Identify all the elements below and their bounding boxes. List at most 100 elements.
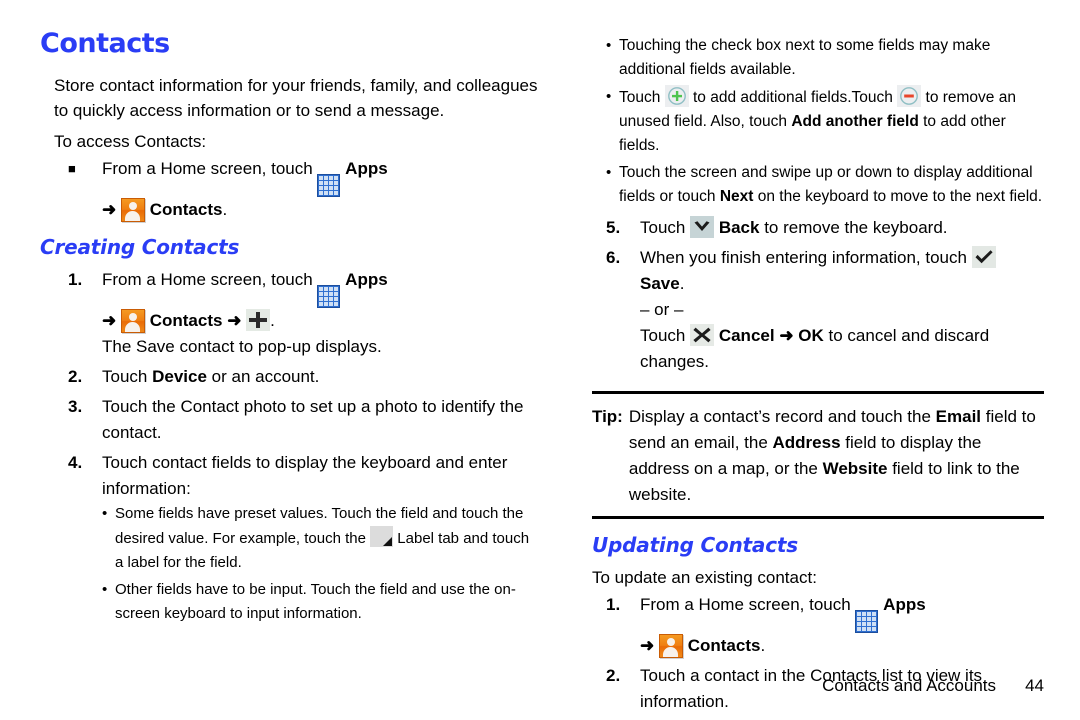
step-body: From a Home screen, touch Apps ➜ Contact…	[640, 592, 1044, 659]
continued-steps: 5. Touch Back to remove the keyboard. 6.…	[592, 215, 1044, 375]
step-text: Touch contact fields to display the keyb…	[102, 453, 508, 498]
access-step: ■ From a Home screen, touch Apps ➜ Conta…	[40, 156, 540, 223]
back-bold: Back	[718, 218, 760, 237]
access-step-body: From a Home screen, touch Apps ➜ Contact…	[102, 156, 540, 223]
bullet-dot: •	[102, 505, 108, 522]
cancel-bold: Cancel	[718, 326, 775, 345]
step-text-pre: Touch	[640, 218, 691, 237]
bullet-dot: •	[606, 88, 612, 105]
right-column: • Touching the check box next to some fi…	[592, 0, 1044, 719]
contacts-person-icon[interactable]	[658, 634, 683, 658]
email-bold: Email	[935, 407, 982, 426]
subbullet: • Some fields have preset values. Touch …	[102, 502, 540, 575]
tip-block: Tip: Display a contact’s record and touc…	[592, 404, 1044, 508]
add-field-plus-circle-icon[interactable]	[664, 85, 689, 107]
updating-steps: 1. From a Home screen, touch Apps ➜ Cont…	[592, 592, 1044, 715]
bullet-square: ■	[68, 161, 76, 176]
page-footer: Contacts and Accounts 44	[822, 676, 1044, 696]
subbullet-body: Other fields have to be input. Touch the…	[115, 581, 516, 622]
updating-contacts-title: Updating Contacts	[592, 533, 798, 557]
or-separator: – or –	[640, 300, 684, 319]
seg-2: to add additional fields.Touch	[688, 89, 898, 106]
step-marker: 1.	[606, 595, 621, 614]
subbullet: • Touch the screen and swipe up or down …	[606, 161, 1044, 209]
access-steps: ■ From a Home screen, touch Apps ➜ Conta…	[40, 156, 540, 223]
tip-seg-1: Display a contact’s record and touch the	[628, 407, 936, 426]
period: .	[222, 200, 228, 219]
cancel-x-icon[interactable]	[690, 324, 715, 346]
remove-field-minus-circle-icon[interactable]	[897, 85, 922, 107]
apps-grid-icon[interactable]	[317, 285, 341, 308]
step-body: From a Home screen, touch Apps ➜ Contact…	[102, 267, 540, 360]
step-marker: 2.	[606, 666, 621, 685]
alt-action: Touch Cancel ➜ OK to cancel and discard …	[640, 323, 1044, 375]
ok-bold: OK	[798, 326, 824, 345]
step-body: Touch Device or an account.	[102, 364, 540, 390]
period: .	[760, 636, 766, 655]
step-continuation: The Save contact to pop-up displays.	[102, 337, 382, 356]
step-text-post: to remove the keyboard.	[759, 218, 948, 237]
save-bold: Save	[640, 274, 680, 293]
creating-step-3: 3. Touch the Contact photo to set up a p…	[40, 394, 540, 446]
creating-steps: 1. From a Home screen, touch Apps ➜ Cont…	[40, 267, 540, 629]
footer-page-number: 44	[1025, 676, 1044, 695]
arrow-icon: ➜	[102, 311, 117, 330]
device-bold: Device	[152, 367, 207, 386]
step-marker: 1.	[68, 270, 83, 289]
seg-1: Touch	[619, 89, 665, 106]
arrow-icon: ➜	[102, 200, 117, 219]
page-title: Contacts	[40, 28, 170, 59]
left-column: Contacts Store contact information for y…	[40, 0, 540, 633]
updating-step-1: 1. From a Home screen, touch Apps ➜ Cont…	[592, 592, 1044, 659]
contacts-person-icon[interactable]	[120, 309, 145, 333]
arrow-icon: ➜	[227, 311, 242, 330]
next-bold: Next	[719, 188, 754, 205]
plus-icon[interactable]	[246, 309, 271, 331]
footer-chapter: Contacts and Accounts	[822, 676, 996, 695]
tip-rule-top	[592, 391, 1044, 394]
add-another-field-bold: Add another field	[791, 113, 919, 130]
creating-step-1: 1. From a Home screen, touch Apps ➜ Cont…	[40, 267, 540, 360]
subbullet-text-post: on the keyboard to move to the next fiel…	[753, 188, 1043, 205]
access-step-text: From a Home screen, touch	[102, 159, 313, 178]
apps-grid-icon[interactable]	[317, 174, 341, 197]
subbullet-body: Touch the screen and swipe up or down to…	[619, 161, 1044, 209]
step-marker: 5.	[606, 218, 621, 237]
save-checkmark-icon[interactable]	[971, 246, 996, 268]
website-bold: Website	[822, 459, 888, 478]
alt-pre: Touch	[640, 326, 691, 345]
contacts-label: Contacts	[149, 311, 223, 330]
access-lead: To access Contacts:	[54, 132, 207, 151]
access-step-line2: ➜ Contacts.	[102, 197, 540, 223]
subbullet: • Touching the check box next to some fi…	[606, 34, 1044, 82]
intro-paragraph: Store contact information for your frien…	[54, 76, 538, 120]
creating-contacts-title: Creating Contacts	[40, 235, 240, 259]
step-6: 6. When you finish entering information,…	[592, 245, 1044, 375]
subbullet: • Touch to add additional fields.Touch t…	[606, 85, 1044, 158]
tip-body: Display a contact’s record and touch the…	[629, 404, 1044, 508]
subbullet: • Other fields have to be input. Touch t…	[102, 578, 540, 626]
bullet-dot: •	[606, 37, 612, 54]
step-marker: 6.	[606, 248, 621, 267]
manual-page: Contacts Store contact information for y…	[0, 0, 1080, 720]
step-5: 5. Touch Back to remove the keyboard.	[592, 215, 1044, 241]
step-marker: 2.	[68, 367, 83, 386]
step-text: From a Home screen, touch	[102, 270, 313, 289]
step-body: Touch contact fields to display the keyb…	[102, 450, 540, 629]
subbullet-body: Touching the check box next to some fiel…	[619, 37, 991, 78]
bullet-dot: •	[102, 581, 108, 598]
back-chevron-down-icon[interactable]	[690, 216, 715, 238]
continued-subbullets: • Touching the check box next to some fi…	[592, 34, 1044, 209]
arrow-icon: ➜	[640, 636, 655, 655]
contacts-person-icon[interactable]	[120, 198, 145, 222]
step-line2: ➜ Contacts.	[640, 633, 1044, 659]
step-body: Touch the Contact photo to set up a phot…	[102, 397, 524, 442]
apps-grid-icon[interactable]	[855, 610, 879, 633]
label-dropdown-tab-icon[interactable]	[370, 526, 394, 547]
apps-label: Apps	[345, 159, 388, 178]
step-text-post: or an account.	[206, 367, 320, 386]
creating-step-2: 2. Touch Device or an account.	[40, 364, 540, 390]
tip-label: Tip:	[592, 407, 623, 426]
updating-lead: To update an existing contact:	[592, 568, 817, 587]
step-marker: 3.	[68, 397, 83, 416]
